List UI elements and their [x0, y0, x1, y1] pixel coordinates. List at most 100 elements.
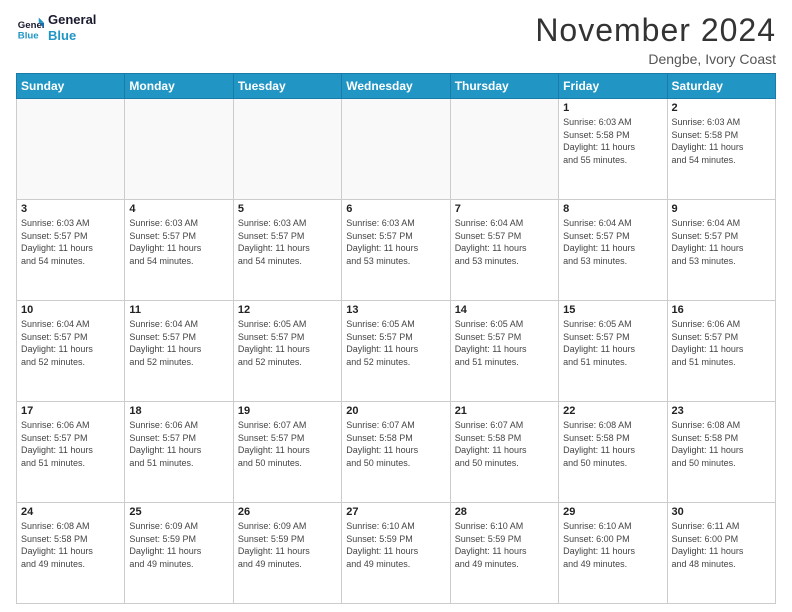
day-number: 11: [129, 304, 228, 316]
day-number: 13: [346, 304, 445, 316]
header-friday: Friday: [559, 74, 667, 99]
table-row: 1 Sunrise: 6:03 AM Sunset: 5:58 PM Daylig…: [559, 99, 667, 200]
day-info: Sunrise: 6:04 AM Sunset: 5:57 PM Dayligh…: [455, 217, 554, 267]
day-number: 15: [563, 304, 662, 316]
day-info: Sunrise: 6:05 AM Sunset: 5:57 PM Dayligh…: [563, 318, 662, 368]
logo-icon: General Blue: [16, 14, 44, 42]
day-info: Sunrise: 6:06 AM Sunset: 5:57 PM Dayligh…: [129, 419, 228, 469]
day-info: Sunrise: 6:08 AM Sunset: 5:58 PM Dayligh…: [563, 419, 662, 469]
day-info: Sunrise: 6:06 AM Sunset: 5:57 PM Dayligh…: [21, 419, 120, 469]
day-info: Sunrise: 6:03 AM Sunset: 5:57 PM Dayligh…: [238, 217, 337, 267]
day-number: 21: [455, 405, 554, 417]
day-info: Sunrise: 6:10 AM Sunset: 5:59 PM Dayligh…: [455, 520, 554, 570]
day-info: Sunrise: 6:08 AM Sunset: 5:58 PM Dayligh…: [21, 520, 120, 570]
table-row: 23 Sunrise: 6:08 AM Sunset: 5:58 PM Dayli…: [667, 402, 775, 503]
day-number: 1: [563, 102, 662, 114]
table-row: [450, 99, 558, 200]
table-row: 30 Sunrise: 6:11 AM Sunset: 6:00 PM Dayli…: [667, 503, 775, 604]
day-info: Sunrise: 6:03 AM Sunset: 5:57 PM Dayligh…: [129, 217, 228, 267]
table-row: 9Sunrise: 6:04 AM Sunset: 5:57 PM Daylig…: [667, 200, 775, 301]
svg-text:Blue: Blue: [18, 30, 39, 41]
day-info: Sunrise: 6:03 AM Sunset: 5:57 PM Dayligh…: [346, 217, 445, 267]
table-row: 8 Sunrise: 6:04 AM Sunset: 5:57 PM Daylig…: [559, 200, 667, 301]
table-row: 14 Sunrise: 6:05 AM Sunset: 5:57 PM Dayli…: [450, 301, 558, 402]
day-info: Sunrise: 6:09 AM Sunset: 5:59 PM Dayligh…: [238, 520, 337, 570]
table-row: 15 Sunrise: 6:05 AM Sunset: 5:57 PM Dayli…: [559, 301, 667, 402]
table-row: 19Sunrise: 6:07 AM Sunset: 5:57 PM Dayli…: [233, 402, 341, 503]
day-info: Sunrise: 6:10 AM Sunset: 6:00 PM Dayligh…: [563, 520, 662, 570]
table-row: 13 Sunrise: 6:05 AM Sunset: 5:57 PM Dayli…: [342, 301, 450, 402]
day-number: 27: [346, 506, 445, 518]
header-tuesday: Tuesday: [233, 74, 341, 99]
day-number: 12: [238, 304, 337, 316]
day-number: 18: [129, 405, 228, 417]
day-info: Sunrise: 6:03 AM Sunset: 5:58 PM Dayligh…: [563, 116, 662, 166]
day-number: 14: [455, 304, 554, 316]
table-row: 20Sunrise: 6:07 AM Sunset: 5:58 PM Dayli…: [342, 402, 450, 503]
logo-text-general: General: [48, 12, 96, 28]
day-number: 26: [238, 506, 337, 518]
calendar-week-2: 3 Sunrise: 6:03 AM Sunset: 5:57 PM Daylig…: [17, 200, 776, 301]
day-info: Sunrise: 6:04 AM Sunset: 5:57 PM Dayligh…: [563, 217, 662, 267]
table-row: 26 Sunrise: 6:09 AM Sunset: 5:59 PM Dayli…: [233, 503, 341, 604]
day-number: 28: [455, 506, 554, 518]
day-info: Sunrise: 6:09 AM Sunset: 5:59 PM Dayligh…: [129, 520, 228, 570]
day-number: 19: [238, 405, 337, 417]
day-info: Sunrise: 6:04 AM Sunset: 5:57 PM Dayligh…: [21, 318, 120, 368]
calendar-week-1: 1 Sunrise: 6:03 AM Sunset: 5:58 PM Daylig…: [17, 99, 776, 200]
header-monday: Monday: [125, 74, 233, 99]
day-number: 2: [672, 102, 771, 114]
location: Dengbe, Ivory Coast: [535, 51, 776, 67]
table-row: 27 Sunrise: 6:10 AM Sunset: 5:59 PM Dayli…: [342, 503, 450, 604]
day-number: 23: [672, 405, 771, 417]
table-row: 18 Sunrise: 6:06 AM Sunset: 5:57 PM Dayli…: [125, 402, 233, 503]
table-row: 4Sunrise: 6:03 AM Sunset: 5:57 PM Daylig…: [125, 200, 233, 301]
day-number: 24: [21, 506, 120, 518]
day-info: Sunrise: 6:10 AM Sunset: 5:59 PM Dayligh…: [346, 520, 445, 570]
table-row: 25 Sunrise: 6:09 AM Sunset: 5:59 PM Dayli…: [125, 503, 233, 604]
table-row: 17 Sunrise: 6:06 AM Sunset: 5:57 PM Dayli…: [17, 402, 125, 503]
day-number: 7: [455, 203, 554, 215]
day-info: Sunrise: 6:03 AM Sunset: 5:57 PM Dayligh…: [21, 217, 120, 267]
day-info: Sunrise: 6:11 AM Sunset: 6:00 PM Dayligh…: [672, 520, 771, 570]
table-row: 28 Sunrise: 6:10 AM Sunset: 5:59 PM Dayli…: [450, 503, 558, 604]
day-number: 22: [563, 405, 662, 417]
day-number: 16: [672, 304, 771, 316]
day-info: Sunrise: 6:05 AM Sunset: 5:57 PM Dayligh…: [455, 318, 554, 368]
day-number: 10: [21, 304, 120, 316]
calendar-table: Sunday Monday Tuesday Wednesday Thursday…: [16, 73, 776, 604]
table-row: 3 Sunrise: 6:03 AM Sunset: 5:57 PM Daylig…: [17, 200, 125, 301]
table-row: 11Sunrise: 6:04 AM Sunset: 5:57 PM Dayli…: [125, 301, 233, 402]
table-row: 24 Sunrise: 6:08 AM Sunset: 5:58 PM Dayli…: [17, 503, 125, 604]
calendar-week-5: 24 Sunrise: 6:08 AM Sunset: 5:58 PM Dayli…: [17, 503, 776, 604]
title-block: November 2024 Dengbe, Ivory Coast: [535, 12, 776, 67]
table-row: 12 Sunrise: 6:05 AM Sunset: 5:57 PM Dayli…: [233, 301, 341, 402]
day-number: 8: [563, 203, 662, 215]
table-row: 5Sunrise: 6:03 AM Sunset: 5:57 PM Daylig…: [233, 200, 341, 301]
day-info: Sunrise: 6:07 AM Sunset: 5:58 PM Dayligh…: [455, 419, 554, 469]
day-number: 30: [672, 506, 771, 518]
table-row: [17, 99, 125, 200]
table-row: 10 Sunrise: 6:04 AM Sunset: 5:57 PM Dayli…: [17, 301, 125, 402]
table-row: [233, 99, 341, 200]
day-number: 17: [21, 405, 120, 417]
header-thursday: Thursday: [450, 74, 558, 99]
table-row: 6Sunrise: 6:03 AM Sunset: 5:57 PM Daylig…: [342, 200, 450, 301]
day-info: Sunrise: 6:07 AM Sunset: 5:58 PM Dayligh…: [346, 419, 445, 469]
table-row: 16 Sunrise: 6:06 AM Sunset: 5:57 PM Dayli…: [667, 301, 775, 402]
table-row: [342, 99, 450, 200]
day-info: Sunrise: 6:06 AM Sunset: 5:57 PM Dayligh…: [672, 318, 771, 368]
calendar-week-4: 17 Sunrise: 6:06 AM Sunset: 5:57 PM Dayli…: [17, 402, 776, 503]
header: General Blue General Blue November 2024 …: [16, 12, 776, 67]
table-row: 7 Sunrise: 6:04 AM Sunset: 5:57 PM Daylig…: [450, 200, 558, 301]
day-info: Sunrise: 6:08 AM Sunset: 5:58 PM Dayligh…: [672, 419, 771, 469]
day-number: 25: [129, 506, 228, 518]
header-sunday: Sunday: [17, 74, 125, 99]
day-number: 3: [21, 203, 120, 215]
day-info: Sunrise: 6:05 AM Sunset: 5:57 PM Dayligh…: [238, 318, 337, 368]
table-row: 21 Sunrise: 6:07 AM Sunset: 5:58 PM Dayli…: [450, 402, 558, 503]
logo-text-blue: Blue: [48, 28, 96, 44]
calendar-header-row: Sunday Monday Tuesday Wednesday Thursday…: [17, 74, 776, 99]
day-info: Sunrise: 6:05 AM Sunset: 5:57 PM Dayligh…: [346, 318, 445, 368]
calendar-week-3: 10 Sunrise: 6:04 AM Sunset: 5:57 PM Dayli…: [17, 301, 776, 402]
